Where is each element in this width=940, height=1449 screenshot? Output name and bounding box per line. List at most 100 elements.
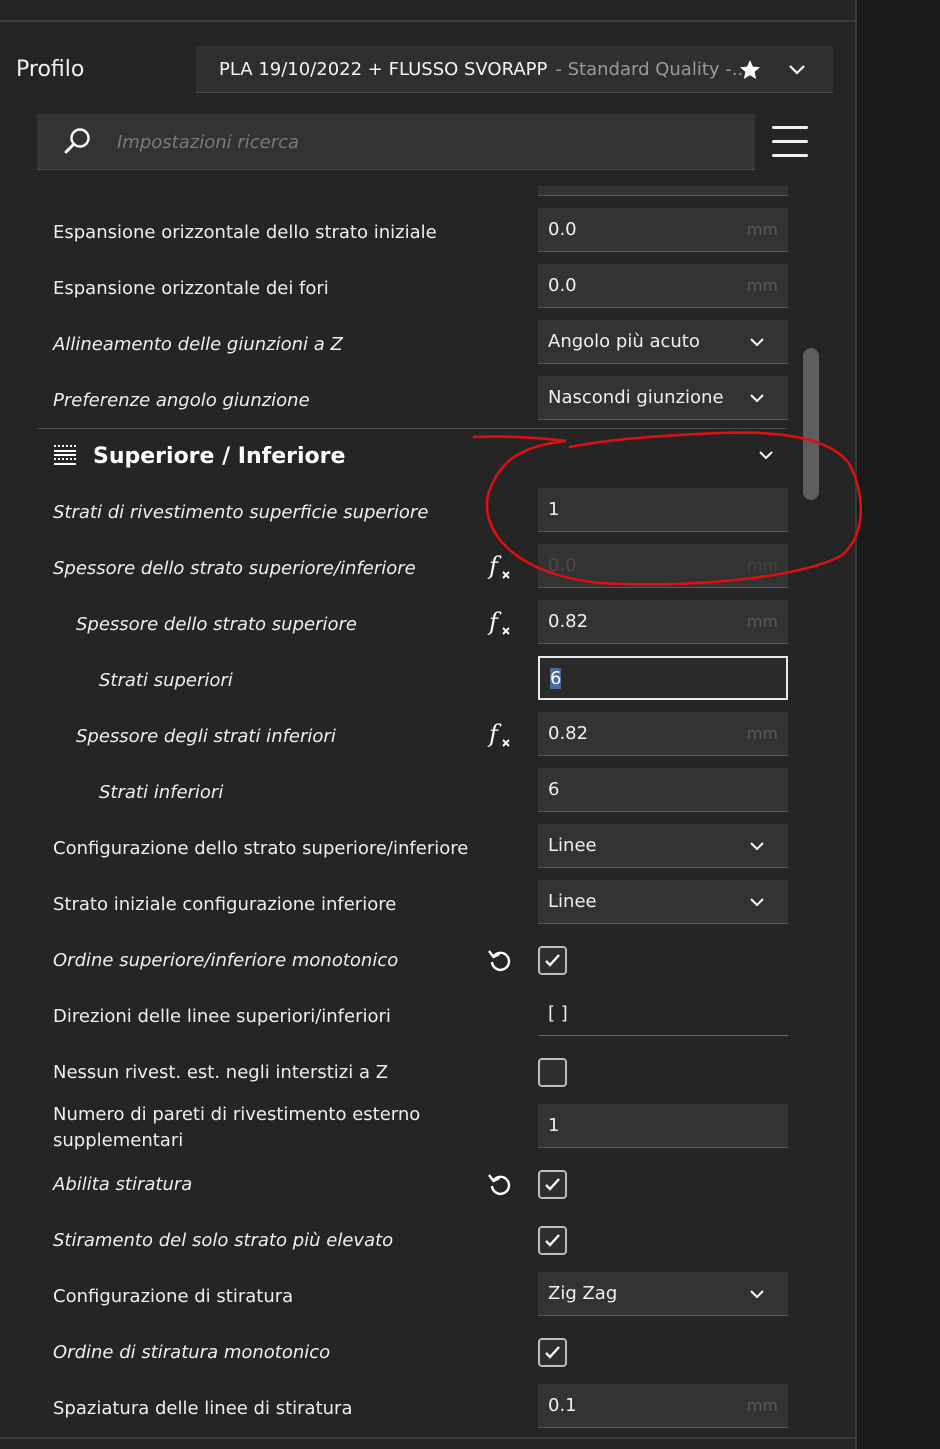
svg-text:f: f <box>487 720 502 748</box>
unit-label: mm <box>746 556 778 575</box>
chevron-down-icon[interactable] <box>757 446 775 464</box>
value-dropdown[interactable]: Linee <box>538 880 788 924</box>
profile-dropdown[interactable]: PLA 19/10/2022 + FLUSSO SVORAPP - Standa… <box>196 46 833 93</box>
unit-label: mm <box>746 724 778 743</box>
value-input[interactable]: 1 <box>538 488 788 532</box>
chevron-down-icon[interactable] <box>787 60 807 80</box>
value-text: Linee <box>548 835 597 856</box>
value-dropdown[interactable]: Linee <box>538 824 788 868</box>
value-text: Angolo più acuto <box>548 331 700 352</box>
search-input[interactable] <box>117 124 717 160</box>
value-input[interactable]: 0.1 mm <box>538 1384 788 1428</box>
setting-label: Strati di rivestimento superficie superi… <box>53 501 429 523</box>
function-icon[interactable]: f <box>487 608 515 638</box>
setting-row: Configurazione dello strato superiore/in… <box>37 820 797 876</box>
setting-label: Espansione orizzontale dei fori <box>53 277 329 299</box>
setting-row: Preferenze angolo giunzione Nascondi giu… <box>37 372 797 428</box>
setting-label: Direzioni delle linee superiori/inferior… <box>53 1005 391 1027</box>
profile-name: PLA 19/10/2022 + FLUSSO SVORAPP <box>219 58 548 80</box>
value-dropdown[interactable]: Angolo più acuto <box>538 320 788 364</box>
setting-row: Strati inferiori 6 <box>37 764 797 820</box>
value-dropdown[interactable]: Nascondi giunzione <box>538 376 788 420</box>
checkbox-checked[interactable] <box>538 1338 567 1367</box>
setting-row: Espansione orizzontale dello strato iniz… <box>37 204 797 260</box>
setting-row: Strati di rivestimento superficie superi… <box>37 484 797 540</box>
setting-row: Numero di pareti di rivestimento esterno… <box>37 1100 797 1156</box>
setting-label: Strati superiori <box>99 669 233 691</box>
setting-row: Direzioni delle linee superiori/inferior… <box>37 988 797 1044</box>
setting-label: Spessore dello strato superiore <box>76 613 357 635</box>
value-text: 1 <box>548 1115 560 1136</box>
value-text: 0.0 <box>548 555 577 576</box>
star-icon[interactable] <box>738 58 762 82</box>
header-divider <box>0 20 857 22</box>
function-icon[interactable]: f <box>487 552 515 582</box>
settings-menu-icon[interactable] <box>772 126 808 158</box>
value-input[interactable]: 0.0 mm <box>538 264 788 308</box>
value-input[interactable]: 0.82 mm <box>538 712 788 756</box>
search-icon <box>64 128 90 154</box>
checkbox-checked[interactable] <box>538 1170 567 1199</box>
profile-quality: - Standard Quality -... <box>555 58 749 80</box>
profile-label: Profilo <box>16 57 85 82</box>
section-title: Superiore / Inferiore <box>93 443 346 469</box>
chevron-down-icon <box>750 338 764 347</box>
chevron-down-icon <box>750 1290 764 1299</box>
value-input[interactable]: 0.0 mm <box>538 544 788 588</box>
setting-label: Preferenze angolo giunzione <box>53 389 310 411</box>
svg-text:f: f <box>487 608 502 636</box>
setting-row: Allineamento delle giunzioni a Z Angolo … <box>37 316 797 372</box>
value-input-focused[interactable]: 6 <box>538 656 788 700</box>
setting-row: Spessore dello strato superiore f 0.82 m… <box>37 596 797 652</box>
value-text: Zig Zag <box>548 1283 618 1304</box>
check-icon <box>545 1234 560 1247</box>
checkbox-unchecked[interactable] <box>538 1058 567 1087</box>
setting-row: Espansione orizzontale dei fori 0.0 mm <box>37 260 797 316</box>
cropped-field-fragment <box>538 186 788 196</box>
section-header-top-bottom[interactable]: Superiore / Inferiore <box>37 428 797 484</box>
reset-icon[interactable] <box>487 947 513 973</box>
reset-icon[interactable] <box>487 1171 513 1197</box>
viewport-edge <box>857 0 940 1449</box>
value-text: 6 <box>550 667 562 689</box>
setting-label: Abilita stiratura <box>53 1173 193 1195</box>
setting-row: Stiramento del solo strato più elevato <box>37 1212 797 1268</box>
setting-label: Numero di pareti di rivestimento esterno… <box>53 1104 421 1151</box>
setting-label: Espansione orizzontale dello strato iniz… <box>53 221 437 243</box>
setting-label: Ordine superiore/inferiore monotonico <box>53 949 399 971</box>
value-input[interactable]: 6 <box>538 768 788 812</box>
setting-row: Ordine di stiratura monotonico <box>37 1324 797 1380</box>
checkbox-checked[interactable] <box>538 1226 567 1255</box>
setting-label: Strato iniziale configurazione inferiore <box>53 893 397 915</box>
settings-panel: Profilo PLA 19/10/2022 + FLUSSO SVORAPP … <box>0 0 857 1449</box>
function-icon[interactable]: f <box>487 720 515 750</box>
checkbox-checked[interactable] <box>538 946 567 975</box>
settings-list[interactable]: Espansione orizzontale dello strato iniz… <box>37 186 797 1435</box>
value-text: 0.1 <box>548 1395 577 1416</box>
setting-row: Nessun rivest. est. negli interstizi a Z <box>37 1044 797 1100</box>
setting-row: Spessore dello strato superiore/inferior… <box>37 540 797 596</box>
setting-row: Spessore degli strati inferiori f 0.82 m… <box>37 708 797 764</box>
top-bottom-layers-icon <box>54 445 76 465</box>
value-text: 0.0 <box>548 219 577 240</box>
value-input[interactable]: 1 <box>538 1104 788 1148</box>
setting-row: Ordine superiore/inferiore monotonico <box>37 932 797 988</box>
setting-row: Strato iniziale configurazione inferiore… <box>37 876 797 932</box>
scrollbar-thumb[interactable] <box>803 348 819 500</box>
value-text: Nascondi giunzione <box>548 387 724 408</box>
value-input[interactable]: 0.0 mm <box>538 208 788 252</box>
value-input[interactable]: [ ] <box>538 992 788 1036</box>
footer-divider <box>0 1437 857 1439</box>
chevron-down-icon <box>750 898 764 907</box>
value-text: 6 <box>548 779 560 800</box>
check-icon <box>545 1178 560 1191</box>
setting-label: Configurazione di stiratura <box>53 1285 294 1307</box>
value-input[interactable]: 0.82 mm <box>538 600 788 644</box>
chevron-down-icon <box>750 394 764 403</box>
setting-label: Strati inferiori <box>99 781 224 803</box>
value-dropdown[interactable]: Zig Zag <box>538 1272 788 1316</box>
setting-label: Spaziatura delle linee di stiratura <box>53 1397 353 1419</box>
check-icon <box>545 954 560 967</box>
setting-label: Spessore dello strato superiore/inferior… <box>53 557 416 579</box>
setting-label: Configurazione dello strato superiore/in… <box>53 837 469 859</box>
